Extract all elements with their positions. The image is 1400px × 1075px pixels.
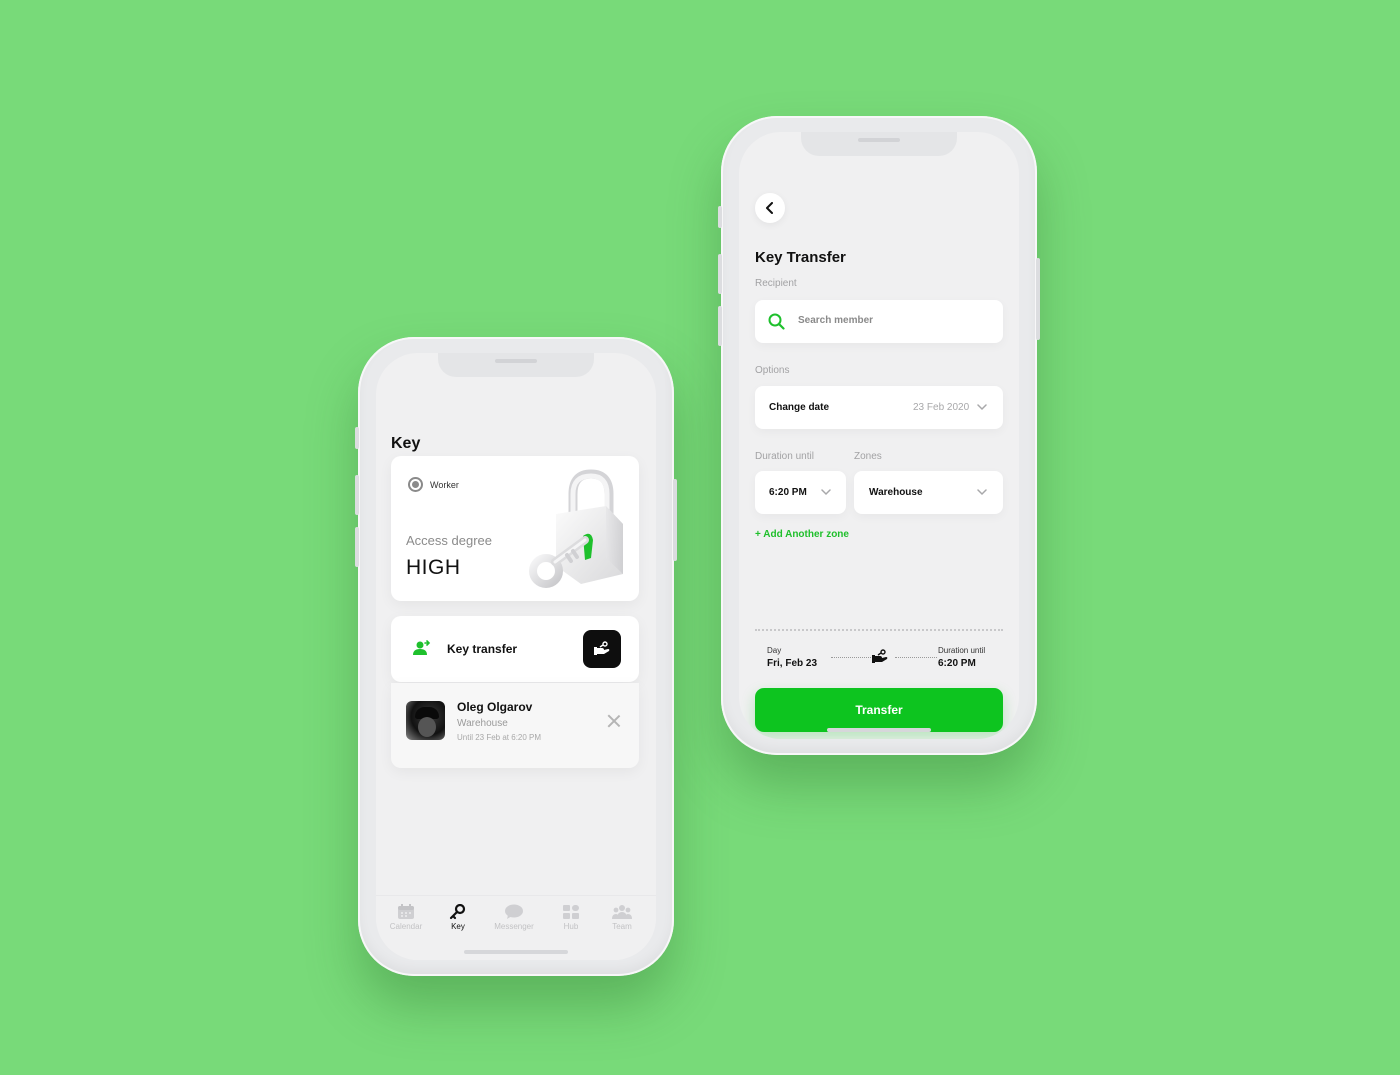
summary-duration-label: Duration until <box>938 646 986 655</box>
key-transfer-screen: Key Transfer Recipient Search member Opt… <box>739 132 1019 739</box>
person-transfer-icon <box>413 640 431 655</box>
close-icon[interactable] <box>607 714 621 728</box>
tab-label: Calendar <box>389 922 423 931</box>
key-icon <box>449 904 466 920</box>
summary-day-label: Day <box>767 646 782 655</box>
tab-label: Hub <box>563 922 579 931</box>
member-name: Oleg Olgarov <box>457 700 533 714</box>
summary-dotted-line <box>831 657 873 658</box>
volume-down-button <box>718 306 722 346</box>
tab-hub[interactable]: Hub <box>546 904 596 931</box>
tab-label: Key <box>451 922 465 931</box>
mute-switch <box>718 206 722 228</box>
summary-day-value: Fri, Feb 23 <box>767 658 818 669</box>
add-zone-link[interactable]: + Add Another zone <box>755 529 849 540</box>
chat-icon <box>505 904 523 919</box>
summary-duration-value: 6:20 PM <box>938 658 976 669</box>
tab-key[interactable]: Key <box>433 904 483 931</box>
change-date-select[interactable]: Change date 23 Feb 2020 <box>755 386 1003 429</box>
search-input[interactable]: Search member <box>755 300 1003 343</box>
calendar-icon <box>398 904 414 919</box>
zones-value: Warehouse <box>869 487 923 498</box>
padlock-with-key-illustration <box>529 469 623 588</box>
tab-label: Team <box>612 922 632 931</box>
member-until: Until 23 Feb at 6:20 PM <box>457 733 542 742</box>
search-icon <box>768 313 785 330</box>
volume-up-button <box>355 475 359 515</box>
volume-up-button <box>718 254 722 294</box>
notch <box>438 353 594 377</box>
change-date-label: Change date <box>769 402 830 413</box>
search-placeholder: Search member <box>798 315 874 326</box>
summary-dotted-line <box>895 657 937 658</box>
chevron-down-icon <box>977 404 987 411</box>
options-label: Options <box>755 365 790 376</box>
key-transfer-card[interactable]: Key transfer <box>391 616 639 682</box>
mute-switch <box>355 427 359 449</box>
phone-key-screen: Key Worker Access degree HIGH Key transf… <box>355 337 677 976</box>
hand-key-icon <box>594 641 610 655</box>
member-list-item[interactable]: Oleg Olgarov Warehouse Until 23 Feb at 6… <box>391 683 639 768</box>
key-transfer-label: Key transfer <box>447 642 518 656</box>
recipient-label: Recipient <box>755 278 797 289</box>
key-screen: Key Worker Access degree HIGH Key transf… <box>376 353 656 960</box>
page-title: Key Transfer <box>755 249 846 266</box>
speaker <box>495 359 537 363</box>
speaker <box>858 138 900 142</box>
tab-calendar[interactable]: Calendar <box>381 904 431 931</box>
change-date-value: 23 Feb 2020 <box>913 402 970 413</box>
chevron-left-icon <box>766 202 773 214</box>
tab-messenger[interactable]: Messenger <box>489 904 539 931</box>
hand-key-icon <box>872 649 888 663</box>
chevron-down-icon <box>821 489 831 496</box>
duration-label: Duration until <box>755 451 814 462</box>
page-title: Key <box>391 435 421 452</box>
role-radio-icon[interactable] <box>408 477 423 492</box>
hub-icon <box>563 905 579 919</box>
zones-select[interactable]: Warehouse <box>854 471 1003 514</box>
tab-team[interactable]: Team <box>597 904 647 931</box>
home-indicator <box>464 950 568 954</box>
member-zone: Warehouse <box>457 718 508 729</box>
key-transfer-button[interactable] <box>583 630 621 668</box>
volume-down-button <box>355 527 359 567</box>
chevron-down-icon <box>977 489 987 496</box>
team-icon <box>612 905 632 919</box>
home-indicator <box>827 728 931 732</box>
phone-key-transfer-screen: Key Transfer Recipient Search member Opt… <box>718 116 1040 755</box>
divider <box>755 629 1003 631</box>
power-button <box>673 479 677 561</box>
duration-value: 6:20 PM <box>769 487 807 498</box>
tab-label: Messenger <box>494 922 534 931</box>
transfer-button[interactable]: Transfer <box>755 688 1003 732</box>
access-degree-label: Access degree <box>406 533 492 548</box>
notch <box>801 132 957 156</box>
access-card[interactable]: Worker Access degree HIGH <box>391 456 639 601</box>
back-button[interactable] <box>755 193 785 223</box>
access-degree-value: HIGH <box>406 556 461 579</box>
zones-label: Zones <box>854 451 882 462</box>
avatar <box>406 701 445 740</box>
role-label: Worker <box>430 480 459 490</box>
duration-select[interactable]: 6:20 PM <box>755 471 846 514</box>
power-button <box>1036 258 1040 340</box>
